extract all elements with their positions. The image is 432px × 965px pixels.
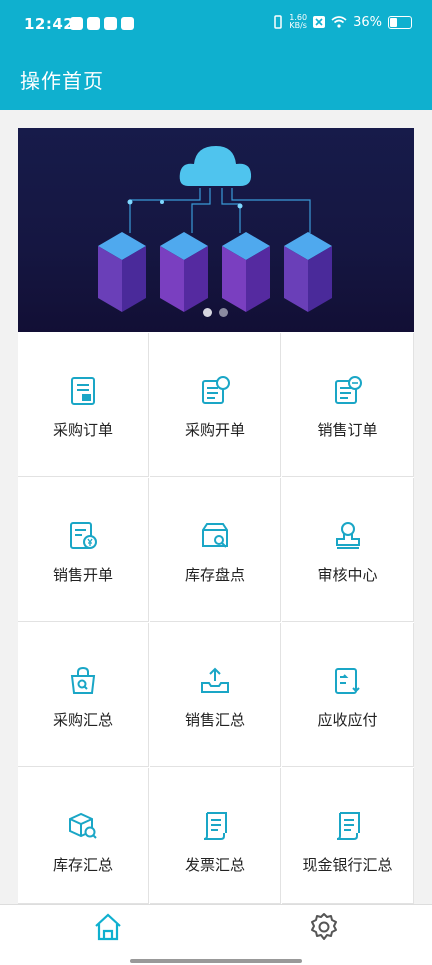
status-time: 12:42 [24, 15, 75, 33]
menu-item-label: 采购订单 [52, 421, 113, 439]
menu-item-sales-order[interactable]: 销售订单 [282, 333, 414, 477]
inventory-summary-icon [69, 812, 97, 839]
page-title: 操作首页 [20, 69, 104, 93]
menu-item-label: 现金银行汇总 [302, 856, 393, 874]
menu-item-audit-center[interactable]: 审核中心 [282, 478, 414, 622]
menu-item-inventory-summary[interactable]: 库存汇总 [18, 768, 149, 904]
menu-item-label: 销售开单 [52, 566, 113, 584]
menu-item-label: 采购开单 [184, 421, 245, 439]
network-speed: 1.60 KB/s [289, 13, 308, 30]
weibo-notification-icon [70, 17, 83, 30]
wifi-icon [331, 16, 347, 28]
purchase-bill-icon [202, 376, 230, 404]
menu-item-receivable-payable[interactable]: 应收应付 [282, 623, 414, 767]
banner-carousel[interactable] [18, 128, 414, 332]
vibrate-icon [274, 15, 283, 29]
menu-item-label: 销售汇总 [184, 711, 245, 729]
menu-item-purchase-bill[interactable]: 采购开单 [150, 333, 281, 477]
carousel-dot-active[interactable] [203, 308, 212, 317]
menu-item-invoice-summary[interactable]: 发票汇总 [150, 768, 281, 904]
menu-item-label: 采购汇总 [52, 711, 113, 729]
cash-bank-summary-icon [336, 812, 360, 840]
cloud-server-illustration [98, 146, 332, 312]
carousel-indicator [203, 308, 228, 317]
message-notification-icon [121, 17, 134, 30]
receivable-payable-icon [334, 668, 360, 694]
menu-item-purchase-summary[interactable]: 采购汇总 [18, 623, 149, 767]
sales-order-icon [334, 376, 362, 404]
invoice-summary-icon [203, 812, 227, 840]
system-status: 1.60 KB/s 36% [273, 14, 412, 30]
gesture-bar[interactable] [130, 959, 302, 963]
sales-bill-icon [70, 522, 97, 549]
app-header: 12:42 1.60 KB/s 36% 操作首页 [0, 0, 432, 110]
app-notification-icon [87, 17, 100, 30]
carousel-dot[interactable] [219, 308, 228, 317]
menu-item-sales-bill[interactable]: 销售开单 [18, 478, 149, 622]
battery-icon [388, 15, 412, 29]
home-icon[interactable] [92, 911, 124, 943]
menu-item-inventory-check[interactable]: 库存盘点 [150, 478, 281, 622]
menu-item-label: 库存汇总 [52, 856, 113, 874]
menu-item-label: 应收应付 [317, 711, 378, 729]
menu-item-label: 库存盘点 [184, 566, 245, 584]
menu-item-label: 销售订单 [317, 421, 378, 439]
purchase-summary-icon [70, 666, 96, 694]
gear-icon[interactable] [308, 911, 340, 943]
menu-item-sales-summary[interactable]: 销售汇总 [150, 623, 281, 767]
status-bar: 12:42 1.60 KB/s 36% [0, 0, 432, 52]
bottom-tab-bar [0, 904, 432, 965]
menu-grid: 采购订单 采购开单 销售订单 销售开单 库存盘点 审核中心 采购汇总 销售汇总 … [18, 333, 414, 904]
notification-icons [70, 17, 134, 30]
sales-summary-icon [201, 667, 229, 693]
sim-icon [313, 16, 326, 28]
app-notification-icon [104, 17, 117, 30]
menu-item-label: 发票汇总 [184, 856, 245, 874]
menu-item-cash-bank-summary[interactable]: 现金银行汇总 [282, 768, 414, 904]
inventory-check-icon [202, 523, 228, 548]
audit-center-icon [335, 522, 360, 549]
menu-item-purchase-order[interactable]: 采购订单 [18, 333, 149, 477]
menu-item-label: 审核中心 [317, 566, 378, 584]
main-card: 采购订单 采购开单 销售订单 销售开单 库存盘点 审核中心 采购汇总 销售汇总 … [18, 128, 414, 904]
battery-percent: 36% [353, 14, 382, 30]
purchase-order-icon [71, 377, 95, 405]
